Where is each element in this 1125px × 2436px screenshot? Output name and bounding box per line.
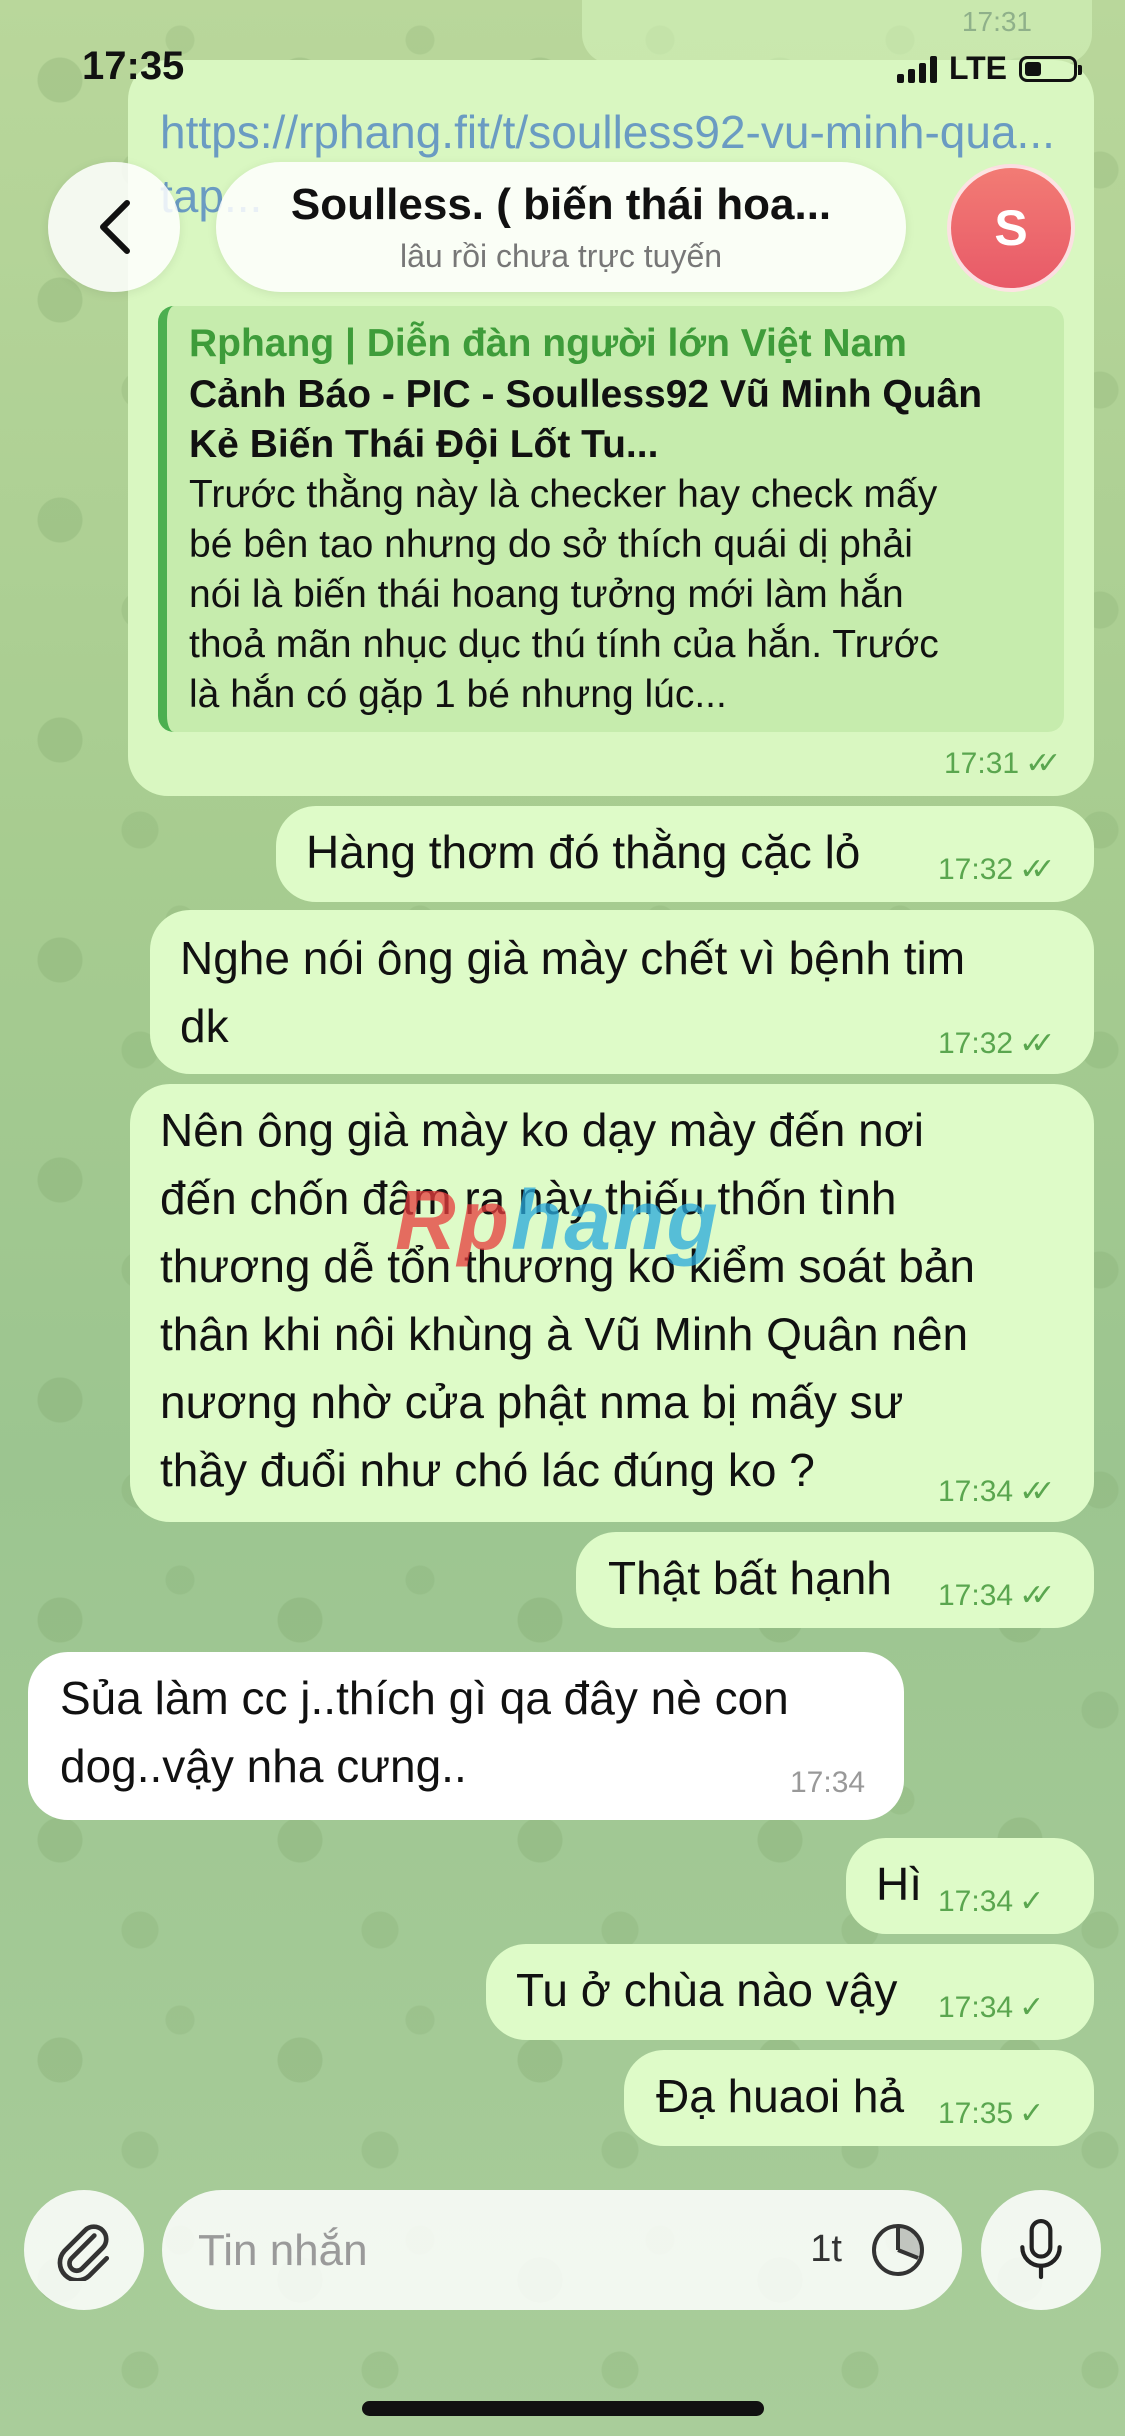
message-text: Nghe nói ông già mày chết vì bệnh tim [180,932,966,984]
message-time: 17:34 [938,1578,1014,1612]
preview-site-name: Rphang | Diễn đàn người lớn Việt Nam [189,322,907,365]
message-meta: 17:34 ✓✓ [938,1474,1056,1509]
message-meta: 17:32 ✓✓ [938,1026,1056,1061]
watermark-logo: Rphang [395,1173,720,1267]
chat-title: Soulless. ( biến thái hoa... [290,179,832,229]
message-text: Hì [876,1858,922,1910]
message-text: thầy đuổi như chó lác đúng ko ? [160,1444,815,1496]
signal-icon [896,55,937,83]
double-check-icon: ✓✓ [1019,852,1055,887]
message-meta: 17:35 ✓ [938,2096,1044,2131]
message-text: Sủa làm cc j..thích gì qa đây nè con [60,1672,789,1724]
timer-label: 1t [810,2228,842,2270]
message-time: 17:34 [938,1884,1014,1918]
check-icon: ✓ [1019,1884,1044,1919]
check-icon: ✓ [1019,2096,1044,2131]
message-text: Thật bất hạnh [608,1552,892,1604]
message-time: 17:32 [938,852,1014,886]
message-text: Nên ông già mày ko dạy mày đến nơi [160,1104,925,1156]
message-text: Tu ở chùa nào vậy [516,1964,898,2016]
message-time: 17:31 [944,746,1020,780]
preview-description-line: thoả mãn nhục dục thú tính của hắn. Trướ… [189,623,939,666]
double-check-icon: ✓✓ [1019,1026,1055,1061]
message-meta: 17:31 ✓✓ [944,746,1062,781]
message-meta: 17:34 ✓✓ [938,1578,1056,1613]
message-time: 17:35 [938,2096,1014,2130]
message-text: Hàng thơm đó thằng cặc lỏ [306,826,861,878]
message-time: 17:31 [961,6,1032,37]
preview-description-line: nói là biến thái hoang tưởng mới làm hắn [189,573,904,616]
attach-button[interactable] [24,2190,144,2310]
message-meta: 17:34 ✓ [938,1884,1044,1919]
message-time: 17:32 [938,1026,1014,1060]
message-text: thân khi nôi khùng à Vũ Minh Quân nên [160,1308,969,1360]
chat-last-seen: lâu rồi chưa trực tuyến [399,237,723,274]
chat-screen: 17:31 https://rphang.fit/t/soulless92-vu… [0,0,1125,2436]
chat-header[interactable]: Soulless. ( biến thái hoa... lâu rồi chư… [216,162,906,292]
battery-icon [1019,55,1082,82]
microphone-icon [1020,2218,1062,2280]
home-indicator[interactable] [362,2401,764,2416]
status-indicators: LTE [896,50,1082,87]
double-check-icon: ✓✓ [1019,1474,1055,1509]
message-input[interactable] [196,2220,720,2282]
preview-title-line: Kẻ Biến Thái Đội Lốt Tu... [189,423,659,466]
back-button[interactable] [48,162,180,292]
status-time: 17:35 [82,44,185,88]
message-meta: 17:32 ✓✓ [938,852,1056,887]
check-icon: ✓ [1019,1990,1044,2025]
message-text: dk [180,1000,229,1052]
chevron-left-icon [100,200,130,254]
message-text: nương nhờ cửa phật nma bị mấy sư [160,1376,904,1428]
preview-title-line: Cảnh Báo - PIC - Soulless92 Vũ Minh Quân [189,373,983,416]
message-meta: 17:34 ✓ [938,1990,1044,2025]
preview-description-line: Trước thằng này là checker hay check mấy [189,473,938,516]
preview-description-line: là hắn có gặp 1 bé nhưng lúc... [189,673,727,716]
message-time: 17:34 [938,1474,1014,1508]
network-type: LTE [948,50,1007,86]
microphone-button[interactable] [981,2190,1101,2310]
avatar[interactable]: S [947,164,1075,292]
message-time: 17:34 [790,1766,866,1799]
message-meta: 17:34 [790,1766,865,1800]
message-time: 17:34 [938,1990,1014,2024]
double-check-icon: ✓✓ [1025,746,1061,781]
message-text: dog..vậy nha cưng.. [60,1740,467,1792]
message-input-container[interactable]: 1t [162,2190,962,2310]
double-check-icon: ✓✓ [1019,1578,1055,1613]
paperclip-icon [57,2224,110,2281]
link-preview-card[interactable]: Rphang | Diễn đàn người lớn Việt Nam Cản… [158,306,1064,732]
preview-description-line: bé bên tao nhưng do sở thích quái dị phả… [189,523,913,566]
message-text: Đạ huaoi hả [656,2070,905,2122]
self-destruct-timer-icon[interactable] [868,2220,928,2280]
